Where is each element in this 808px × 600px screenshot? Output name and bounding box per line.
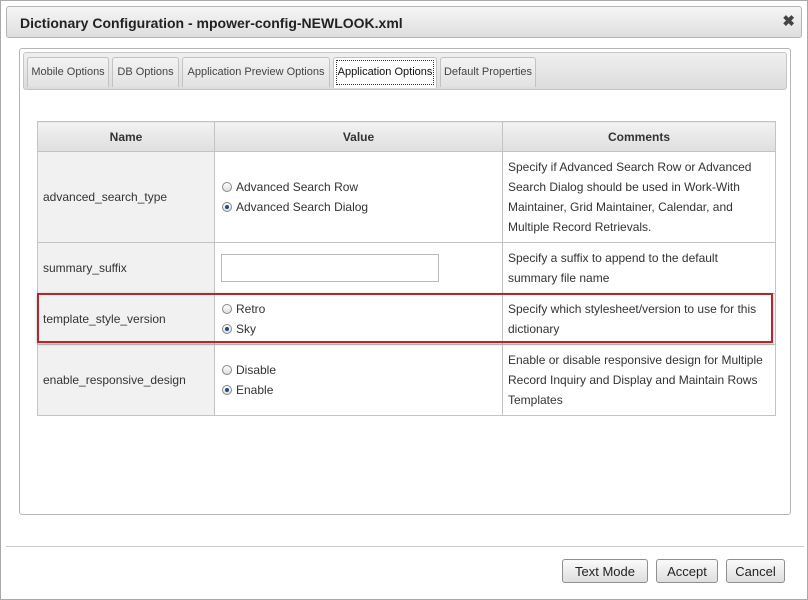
radio-label: Disable [236, 363, 277, 377]
table-row: template_style_version Retro Sky Specify… [37, 293, 776, 345]
header-value: Value [214, 121, 503, 152]
radio-enable[interactable] [222, 385, 232, 395]
row-name: advanced_search_type [37, 151, 215, 243]
radio-retro[interactable] [222, 304, 232, 314]
tab-db-options[interactable]: DB Options [112, 57, 179, 87]
dictionary-config-dialog: Dictionary Configuration - mpower-config… [0, 0, 808, 600]
tab-default-properties[interactable]: Default Properties [440, 57, 536, 87]
radio-option[interactable]: Retro [220, 299, 497, 319]
radio-label: Retro [236, 302, 266, 316]
summary-suffix-input[interactable] [221, 254, 439, 282]
header-comments: Comments [502, 121, 776, 152]
tab-application-preview-options[interactable]: Application Preview Options [182, 57, 330, 87]
table-row: enable_responsive_design Disable Enable … [37, 344, 776, 416]
tab-application-options[interactable]: Application Options [333, 57, 437, 88]
radio-label: Enable [236, 383, 274, 397]
cancel-button[interactable]: Cancel [726, 559, 785, 583]
row-name: summary_suffix [37, 242, 215, 294]
tab-bar: Mobile Options DB Options Application Pr… [23, 52, 787, 90]
row-comment: Enable or disable responsive design for … [502, 344, 776, 416]
tab-panel: Mobile Options DB Options Application Pr… [19, 48, 791, 515]
row-name: enable_responsive_design [37, 344, 215, 416]
close-icon[interactable]: ✖ [782, 12, 795, 30]
tab-mobile-options[interactable]: Mobile Options [27, 57, 109, 87]
radio-disable[interactable] [222, 365, 232, 375]
radio-advanced-search-dialog[interactable] [222, 202, 232, 212]
radio-option[interactable]: Disable [220, 360, 497, 380]
radio-label: Advanced Search Dialog [236, 200, 369, 214]
row-value: Disable Enable [214, 344, 503, 416]
footer-divider [6, 546, 804, 547]
radio-label: Advanced Search Row [236, 180, 359, 194]
radio-option[interactable]: Enable [220, 380, 497, 400]
table-row: summary_suffix Specify a suffix to appen… [37, 242, 776, 294]
row-value: Advanced Search Row Advanced Search Dial… [214, 151, 503, 243]
radio-advanced-search-row[interactable] [222, 182, 232, 192]
radio-option[interactable]: Advanced Search Dialog [220, 197, 497, 217]
header-name: Name [37, 121, 215, 152]
row-value [214, 242, 503, 294]
row-comment: Specify which stylesheet/version to use … [502, 293, 776, 345]
text-mode-button[interactable]: Text Mode [562, 559, 648, 583]
radio-sky[interactable] [222, 324, 232, 334]
radio-label: Sky [236, 322, 257, 336]
dialog-title: Dictionary Configuration - mpower-config… [20, 15, 403, 31]
table-row: advanced_search_type Advanced Search Row… [37, 151, 776, 243]
row-name: template_style_version [37, 293, 215, 345]
radio-option[interactable]: Advanced Search Row [220, 177, 497, 197]
accept-button[interactable]: Accept [656, 559, 718, 583]
dialog-titlebar[interactable]: Dictionary Configuration - mpower-config… [6, 6, 802, 38]
options-table: Name Value Comments advanced_search_type… [37, 121, 776, 416]
row-value: Retro Sky [214, 293, 503, 345]
radio-option[interactable]: Sky [220, 319, 497, 339]
row-comment: Specify a suffix to append to the defaul… [502, 242, 776, 294]
row-comment: Specify if Advanced Search Row or Advanc… [502, 151, 776, 243]
